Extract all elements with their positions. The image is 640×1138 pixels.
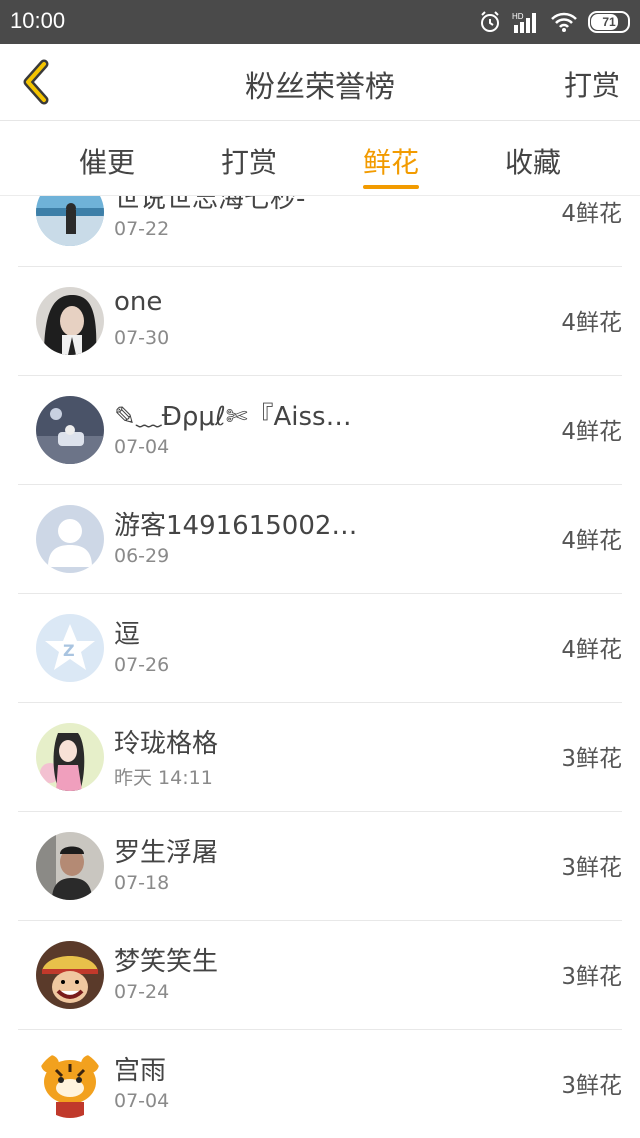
fan-date: 07-18 bbox=[114, 872, 170, 894]
flower-count: 3鲜花 bbox=[561, 746, 622, 772]
status-time: 10:00 bbox=[10, 8, 66, 33]
tab-collect[interactable]: 收藏 bbox=[488, 141, 578, 181]
tab-urge[interactable]: 催更 bbox=[62, 141, 152, 181]
fan-name: 玲珑格格 bbox=[114, 729, 219, 759]
fan-date: 07-04 bbox=[114, 1090, 170, 1112]
avatar bbox=[36, 941, 104, 1009]
list-item[interactable]: 游客1491615002… 06-29 4鲜花 bbox=[18, 485, 622, 594]
fan-date: 06-29 bbox=[114, 545, 170, 567]
battery-icon: 71 bbox=[588, 11, 630, 33]
fan-date: 07-22 bbox=[114, 218, 170, 240]
active-tab-indicator bbox=[363, 185, 419, 189]
status-bar: 10:00 HD 71 bbox=[0, 0, 640, 44]
fan-date: 07-30 bbox=[114, 327, 170, 349]
list-item[interactable]: 世说世忘海七秒- 07-22 4鲜花 bbox=[18, 196, 622, 267]
avatar bbox=[36, 505, 104, 573]
flower-count: 4鲜花 bbox=[561, 310, 622, 336]
list-item[interactable]: 罗生浮屠 07-18 3鲜花 bbox=[18, 812, 622, 921]
fan-name: 世说世忘海七秒- bbox=[114, 196, 306, 214]
flower-count: 4鲜花 bbox=[561, 528, 622, 554]
tab-bar: 催更 打赏 鲜花 收藏 bbox=[0, 121, 640, 196]
wifi-icon bbox=[550, 11, 578, 33]
list-item[interactable]: 宫雨 07-04 3鲜花 bbox=[18, 1030, 622, 1138]
list-item[interactable]: 玲珑格格 昨天 14:11 3鲜花 bbox=[18, 703, 622, 812]
avatar bbox=[36, 1050, 104, 1118]
list-item[interactable]: Z 逗 07-26 4鲜花 bbox=[18, 594, 622, 703]
avatar bbox=[36, 723, 104, 791]
flower-count: 3鲜花 bbox=[561, 1073, 622, 1099]
flower-count: 3鲜花 bbox=[561, 855, 622, 881]
tab-flowers[interactable]: 鲜花 bbox=[346, 141, 436, 181]
page-title: 粉丝荣誉榜 bbox=[245, 70, 395, 105]
avatar bbox=[36, 396, 104, 464]
flower-count: 4鲜花 bbox=[561, 201, 622, 227]
signal-icon: HD bbox=[512, 11, 540, 33]
avatar bbox=[36, 287, 104, 355]
svg-text:Z: Z bbox=[63, 641, 75, 660]
alarm-icon bbox=[478, 10, 502, 34]
list-item[interactable]: 梦笑笑生 07-24 3鲜花 bbox=[18, 921, 622, 1030]
flower-count: 4鲜花 bbox=[561, 637, 622, 663]
avatar: Z bbox=[36, 614, 104, 682]
fan-name: one bbox=[114, 287, 163, 317]
fan-list[interactable]: 世说世忘海七秒- 07-22 4鲜花 one 07-30 4鲜花 ✎﹏Ɖρμℓ✄… bbox=[0, 196, 640, 1138]
fan-date: 07-26 bbox=[114, 654, 170, 676]
header: 粉丝荣誉榜 打赏 bbox=[0, 44, 640, 121]
list-item[interactable]: ✎﹏Ɖρμℓ✄『Aiss… 07-04 4鲜花 bbox=[18, 376, 622, 485]
avatar bbox=[36, 832, 104, 900]
svg-text:HD: HD bbox=[512, 12, 524, 21]
tab-reward[interactable]: 打赏 bbox=[204, 141, 294, 181]
fan-name: 梦笑笑生 bbox=[114, 947, 219, 977]
fan-name: 宫雨 bbox=[114, 1056, 167, 1086]
fan-date: 07-04 bbox=[114, 436, 170, 458]
status-icons: HD 71 bbox=[478, 8, 630, 36]
list-item[interactable]: one 07-30 4鲜花 bbox=[18, 267, 622, 376]
fan-name: 游客1491615002… bbox=[114, 511, 358, 541]
flower-count: 3鲜花 bbox=[561, 964, 622, 990]
fan-name: 逗 bbox=[114, 620, 141, 650]
flower-count: 4鲜花 bbox=[561, 419, 622, 445]
fan-name: 罗生浮屠 bbox=[114, 838, 219, 868]
fan-date: 07-24 bbox=[114, 981, 170, 1003]
fan-date: 昨天 14:11 bbox=[114, 767, 213, 789]
reward-button[interactable]: 打赏 bbox=[564, 64, 620, 104]
fan-name: ✎﹏Ɖρμℓ✄『Aiss… bbox=[114, 402, 352, 432]
avatar bbox=[36, 196, 104, 246]
